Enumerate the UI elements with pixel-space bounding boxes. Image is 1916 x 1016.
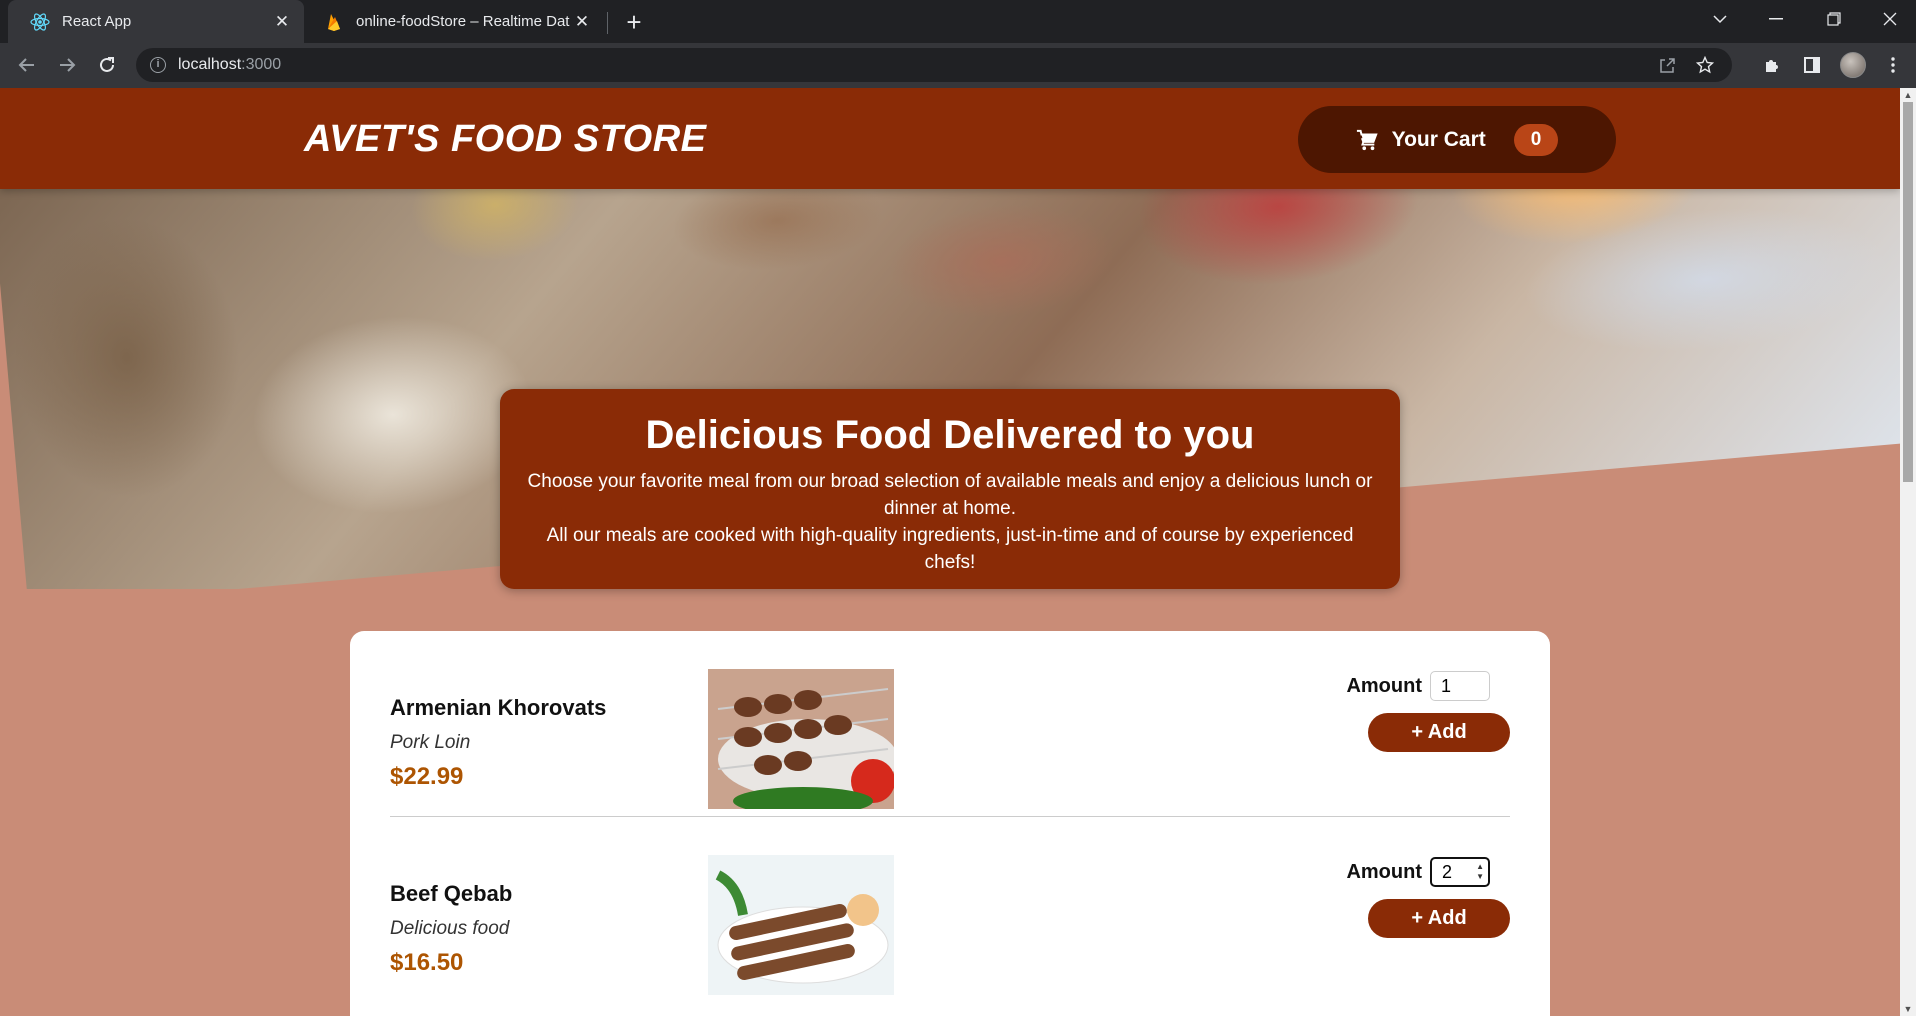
hero-title: Delicious Food Delivered to you bbox=[645, 413, 1255, 457]
meal-image-khorovats bbox=[708, 669, 894, 809]
hero-text-2: All our meals are cooked with high-quali… bbox=[546, 525, 1354, 573]
firebase-icon bbox=[324, 12, 344, 32]
amount-label: Amount bbox=[1346, 860, 1422, 883]
amount-input[interactable]: 2 ▲ ▼ bbox=[1430, 857, 1490, 887]
meal-name: Beef Qebab bbox=[390, 881, 513, 906]
cart-icon bbox=[1356, 129, 1378, 150]
close-window-button[interactable] bbox=[1862, 0, 1916, 38]
cart-label: Your Cart bbox=[1391, 127, 1486, 151]
profile-avatar[interactable] bbox=[1838, 50, 1868, 80]
amount-control: Amount 2 ▲ ▼ bbox=[1346, 857, 1490, 887]
side-panel-icon[interactable] bbox=[1797, 50, 1827, 80]
page-scrollbar[interactable]: ▲ ▼ bbox=[1900, 88, 1916, 1016]
add-button[interactable]: + Add bbox=[1368, 899, 1510, 938]
tab-react-app[interactable]: React App ✕ bbox=[8, 0, 304, 43]
reload-icon[interactable] bbox=[92, 50, 122, 80]
forward-arrow-icon[interactable] bbox=[52, 50, 82, 80]
tab-title: online-foodStore – Realtime Data bbox=[356, 13, 570, 30]
tab-separator bbox=[607, 12, 608, 34]
add-button[interactable]: + Add bbox=[1368, 713, 1510, 752]
scroll-up-arrow-icon[interactable]: ▲ bbox=[1900, 88, 1916, 102]
scroll-down-arrow-icon[interactable]: ▼ bbox=[1900, 1002, 1916, 1016]
amount-input[interactable]: 1 bbox=[1430, 671, 1490, 701]
tab-title: React App bbox=[62, 13, 132, 30]
share-icon[interactable] bbox=[1652, 48, 1682, 82]
info-icon[interactable]: i bbox=[150, 57, 166, 73]
tab-firebase[interactable]: online-foodStore – Realtime Data ✕ bbox=[304, 0, 604, 43]
bookmark-star-icon[interactable] bbox=[1690, 48, 1720, 82]
store-logo: AVET'S FOOD STORE bbox=[304, 118, 707, 160]
amount-control: Amount 1 bbox=[1346, 671, 1490, 701]
hero-text-1: Choose your favorite meal from our broad… bbox=[527, 471, 1373, 519]
restore-button[interactable] bbox=[1806, 0, 1862, 38]
amount-label: Amount bbox=[1346, 674, 1422, 697]
browser-tabstrip: React App ✕ online-foodStore – Realtime … bbox=[0, 0, 1916, 43]
address-bar[interactable]: i localhost:3000 bbox=[136, 48, 1732, 82]
close-icon[interactable]: ✕ bbox=[570, 10, 594, 34]
meal-description: Delicious food bbox=[390, 918, 510, 939]
cart-button[interactable]: Your Cart 0 bbox=[1298, 106, 1616, 173]
react-icon bbox=[30, 12, 50, 32]
extensions-puzzle-icon[interactable] bbox=[1757, 50, 1787, 80]
meal-description: Pork Loin bbox=[390, 732, 471, 753]
meal-item: Beef Qebab Delicious food $16.50 Amount … bbox=[390, 817, 1510, 1003]
url-text: localhost:3000 bbox=[178, 56, 282, 73]
meal-item: Armenian Khorovats Pork Loin $22.99 Amou… bbox=[390, 631, 1510, 817]
tab-search-icon[interactable] bbox=[1692, 0, 1748, 38]
new-tab-button[interactable]: + bbox=[619, 7, 649, 37]
kebab-menu-icon[interactable] bbox=[1878, 50, 1908, 80]
back-arrow-icon[interactable] bbox=[12, 50, 42, 80]
scrollbar-thumb[interactable] bbox=[1903, 102, 1913, 482]
hero-summary: Delicious Food Delivered to you Choose y… bbox=[500, 389, 1400, 589]
meals-list: Armenian Khorovats Pork Loin $22.99 Amou… bbox=[350, 631, 1550, 1016]
site-header: AVET'S FOOD STORE Your Cart 0 bbox=[0, 88, 1900, 189]
page-content: AVET'S FOOD STORE Your Cart 0 Delicious … bbox=[0, 88, 1900, 1016]
meal-name: Armenian Khorovats bbox=[390, 695, 607, 720]
spinner-arrows-icon[interactable]: ▲ ▼ bbox=[1476, 862, 1484, 882]
meal-price: $16.50 bbox=[390, 949, 464, 976]
browser-toolbar: i localhost:3000 bbox=[0, 43, 1916, 88]
close-icon[interactable]: ✕ bbox=[270, 10, 294, 34]
cart-count-badge: 0 bbox=[1513, 123, 1559, 156]
meal-price: $22.99 bbox=[390, 763, 464, 790]
minimize-button[interactable] bbox=[1748, 0, 1804, 38]
meal-image-qebab bbox=[708, 855, 894, 995]
